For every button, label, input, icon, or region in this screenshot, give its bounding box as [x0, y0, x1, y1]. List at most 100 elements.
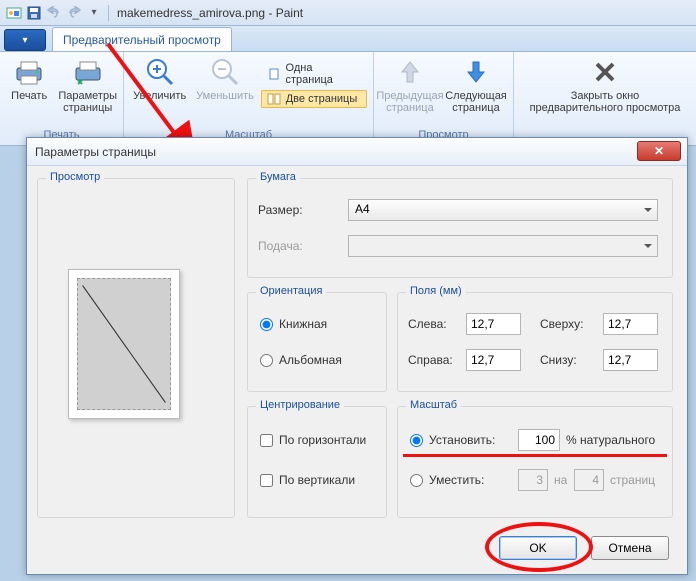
center-horizontal-check[interactable]: По горизонтали: [260, 433, 366, 447]
centering-groupbox: Центрирование По горизонтали По вертикал…: [247, 406, 387, 518]
paper-legend: Бумага: [256, 171, 300, 183]
page-setup-button[interactable]: Параметры страницы: [58, 54, 117, 114]
margin-right-label: Справа:: [408, 353, 453, 367]
two-pages-label: Две страницы: [286, 93, 358, 105]
page-setup-icon: [72, 56, 104, 88]
prev-page-button[interactable]: Предыдущая страница: [380, 54, 440, 114]
orientation-groupbox: Ориентация Книжная Альбомная: [247, 292, 387, 392]
margin-top-input[interactable]: [603, 313, 658, 335]
centering-legend: Центрирование: [256, 399, 344, 411]
annotation-underline: [403, 454, 667, 457]
printer-icon: [13, 56, 45, 88]
paper-groupbox: Бумага Размер: A4 Подача:: [247, 178, 673, 278]
one-page-icon: [266, 67, 282, 81]
margin-left-label: Слева:: [408, 317, 447, 331]
paper-size-combo[interactable]: A4: [348, 199, 658, 221]
undo-icon[interactable]: [46, 5, 62, 21]
file-menu-glyph: ▾: [22, 35, 27, 46]
file-menu-button[interactable]: ▾: [4, 29, 46, 51]
scale-adjust-input[interactable]: [518, 429, 560, 451]
paper-size-value: A4: [355, 202, 370, 216]
arrow-down-icon: [460, 56, 492, 88]
scale-fit-suffix: страниц: [610, 473, 655, 487]
scale-fit-rows-input: [574, 469, 604, 491]
margin-left-input[interactable]: [466, 313, 521, 335]
dialog-title: Параметры страницы: [35, 145, 156, 159]
center-vertical-label: По вертикали: [279, 473, 355, 487]
scaling-groupbox: Масштаб Установить: % натурального Умест…: [397, 406, 673, 518]
scale-fit-label: Уместить:: [429, 473, 484, 487]
page-setup-dialog: Параметры страницы ✕ Просмотр Бумага Раз…: [26, 137, 688, 575]
ribbon-group-print: Печать Параметры страницы Печать: [0, 52, 124, 145]
center-horizontal-label: По горизонтали: [279, 433, 366, 447]
window-title: makemedress_amirova.png - Paint: [117, 6, 303, 20]
scale-adjust-suffix: % натурального: [566, 433, 655, 447]
two-pages-button[interactable]: Две страницы: [261, 90, 367, 108]
zoom-out-label: Уменьшить: [196, 90, 254, 102]
cancel-button[interactable]: Отмена: [591, 536, 669, 560]
separator: [108, 5, 109, 21]
margin-bottom-input[interactable]: [603, 349, 658, 371]
orientation-portrait-radio[interactable]: Книжная: [260, 317, 327, 331]
arrow-up-icon: [394, 56, 426, 88]
ribbon-group-zoom: Увеличить Уменьшить Одна страница Две ст…: [124, 52, 374, 145]
close-preview-label: Закрыть окно предварительного просмотра: [530, 90, 681, 114]
redo-icon[interactable]: [66, 5, 82, 21]
margin-top-label: Сверху:: [540, 317, 583, 331]
zoom-out-icon: [209, 56, 241, 88]
ribbon-tabstrip: ▾ Предварительный просмотр: [0, 26, 696, 52]
tab-label: Предварительный просмотр: [63, 33, 221, 47]
ribbon-group-view: Предыдущая страница Следующая страница П…: [374, 52, 514, 145]
orientation-landscape-label: Альбомная: [279, 353, 342, 367]
scale-fit-cols-input: [518, 469, 548, 491]
one-page-button[interactable]: Одна страница: [261, 60, 367, 88]
qat-dropdown-icon[interactable]: ▾: [86, 5, 102, 21]
center-vertical-check[interactable]: По вертикали: [260, 473, 355, 487]
paper-source-label: Подача:: [258, 239, 303, 253]
next-page-label: Следующая страница: [445, 90, 507, 114]
margins-legend: Поля (мм): [406, 285, 466, 297]
orientation-landscape-radio[interactable]: Альбомная: [260, 353, 342, 367]
zoom-in-icon: [144, 56, 176, 88]
page-preview-thumb: [68, 269, 180, 419]
page-preview-inner: [77, 278, 171, 410]
one-page-label: Одна страница: [286, 62, 362, 86]
margin-bottom-label: Снизу:: [540, 353, 577, 367]
page-setup-label: Параметры страницы: [58, 90, 117, 114]
margins-groupbox: Поля (мм) Слева: Сверху: Справа: Снизу:: [397, 292, 673, 392]
scale-adjust-radio[interactable]: Установить:: [410, 433, 495, 447]
scale-fit-by-label: на: [554, 473, 567, 487]
page-layout-stack: Одна страница Две страницы: [261, 60, 367, 108]
print-button[interactable]: Печать: [6, 54, 52, 102]
next-page-button[interactable]: Следующая страница: [446, 54, 506, 114]
paper-source-combo: [348, 235, 658, 257]
ribbon-group-close: Закрыть окно предварительного просмотра: [514, 52, 696, 145]
close-preview-button[interactable]: Закрыть окно предварительного просмотра: [520, 54, 690, 114]
tab-print-preview[interactable]: Предварительный просмотр: [52, 27, 232, 51]
save-icon[interactable]: [26, 5, 42, 21]
zoom-out-button[interactable]: Уменьшить: [195, 54, 254, 102]
dialog-titlebar: Параметры страницы ✕: [27, 138, 687, 166]
preview-legend: Просмотр: [46, 171, 104, 183]
margin-right-input[interactable]: [466, 349, 521, 371]
title-bar: ▾ makemedress_amirova.png - Paint: [0, 0, 696, 26]
scaling-legend: Масштаб: [406, 399, 461, 411]
dialog-body: Просмотр Бумага Размер: A4 Подача: Ориен…: [37, 174, 677, 564]
orientation-portrait-label: Книжная: [279, 317, 327, 331]
cancel-label: Отмена: [608, 541, 651, 555]
zoom-in-label: Увеличить: [133, 90, 186, 102]
close-icon: [589, 56, 621, 88]
paper-size-label: Размер:: [258, 203, 303, 217]
zoom-in-button[interactable]: Увеличить: [130, 54, 189, 102]
two-pages-icon: [266, 92, 282, 106]
scale-fit-radio[interactable]: Уместить:: [410, 473, 484, 487]
prev-page-label: Предыдущая страница: [376, 90, 443, 114]
annotation-ok-circle: [485, 522, 593, 572]
scale-adjust-label: Установить:: [429, 433, 495, 447]
orientation-legend: Ориентация: [256, 285, 326, 297]
app-icon: [6, 5, 22, 21]
preview-groupbox: Просмотр: [37, 178, 235, 518]
dialog-close-button[interactable]: ✕: [637, 141, 681, 161]
print-label: Печать: [11, 90, 47, 102]
ribbon: Печать Параметры страницы Печать Увеличи…: [0, 52, 696, 146]
